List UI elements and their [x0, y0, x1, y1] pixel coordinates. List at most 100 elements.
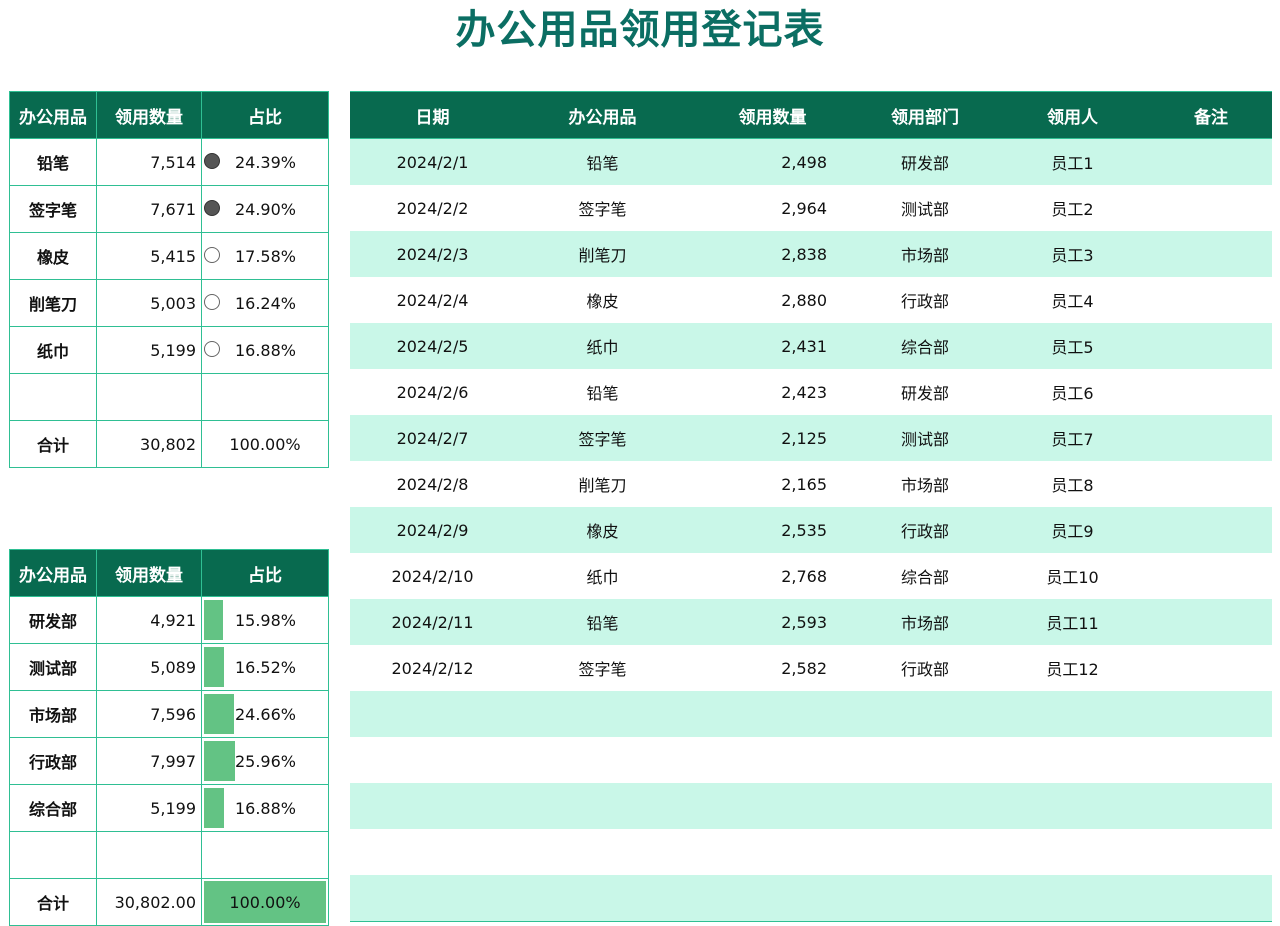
person-cell[interactable] — [995, 691, 1150, 737]
share-cell[interactable]: 16.24% — [201, 279, 329, 327]
dept-name-cell[interactable]: 市场部 — [9, 690, 97, 738]
remark-cell[interactable] — [1150, 231, 1272, 277]
item-cell[interactable] — [515, 783, 690, 829]
qty-cell[interactable]: 2,768 — [690, 553, 855, 599]
item-cell[interactable]: 铅笔 — [515, 599, 690, 645]
person-cell[interactable]: 员工11 — [995, 599, 1150, 645]
dept-name-cell[interactable]: 研发部 — [9, 596, 97, 644]
remark-cell[interactable] — [1150, 783, 1272, 829]
dept-cell[interactable]: 测试部 — [855, 185, 995, 231]
date-cell[interactable] — [350, 691, 515, 737]
person-cell[interactable]: 员工7 — [995, 415, 1150, 461]
qty-cell[interactable]: 2,165 — [690, 461, 855, 507]
qty-cell[interactable]: 2,582 — [690, 645, 855, 691]
dept-name-cell[interactable]: 综合部 — [9, 784, 97, 832]
item-cell[interactable]: 铅笔 — [515, 138, 690, 185]
person-cell[interactable] — [995, 875, 1150, 922]
remark-cell[interactable] — [1150, 323, 1272, 369]
date-cell[interactable]: 2024/2/8 — [350, 461, 515, 507]
date-cell[interactable]: 2024/2/12 — [350, 645, 515, 691]
share-cell[interactable]: 16.52% — [201, 643, 329, 691]
header-dept[interactable]: 领用部门 — [855, 91, 995, 139]
date-cell[interactable]: 2024/2/4 — [350, 277, 515, 323]
dept-cell[interactable]: 行政部 — [855, 645, 995, 691]
header-share[interactable]: 占比 — [201, 91, 329, 139]
remark-cell[interactable] — [1150, 691, 1272, 737]
share-cell[interactable]: 15.98% — [201, 596, 329, 644]
empty-cell[interactable] — [9, 373, 97, 421]
remark-cell[interactable] — [1150, 185, 1272, 231]
qty-cell[interactable]: 7,596 — [96, 690, 202, 738]
qty-cell[interactable]: 5,003 — [96, 279, 202, 327]
empty-cell[interactable] — [96, 373, 202, 421]
qty-cell[interactable]: 5,089 — [96, 643, 202, 691]
qty-cell[interactable] — [690, 783, 855, 829]
remark-cell[interactable] — [1150, 507, 1272, 553]
qty-cell[interactable]: 5,199 — [96, 784, 202, 832]
empty-cell[interactable] — [9, 831, 97, 879]
qty-cell[interactable] — [690, 875, 855, 922]
qty-cell[interactable]: 2,423 — [690, 369, 855, 415]
date-cell[interactable] — [350, 783, 515, 829]
dept-cell[interactable]: 研发部 — [855, 138, 995, 185]
total-label[interactable]: 合计 — [9, 420, 97, 468]
qty-cell[interactable]: 2,593 — [690, 599, 855, 645]
date-cell[interactable]: 2024/2/2 — [350, 185, 515, 231]
item-name-cell[interactable]: 橡皮 — [9, 232, 97, 280]
item-cell[interactable]: 纸巾 — [515, 553, 690, 599]
date-cell[interactable] — [350, 829, 515, 875]
header-remark[interactable]: 备注 — [1150, 91, 1272, 139]
dept-cell[interactable]: 综合部 — [855, 323, 995, 369]
total-share-cell[interactable]: 100.00% — [201, 878, 329, 926]
remark-cell[interactable] — [1150, 875, 1272, 922]
header-date[interactable]: 日期 — [350, 91, 515, 139]
qty-cell[interactable]: 7,514 — [96, 138, 202, 186]
date-cell[interactable]: 2024/2/3 — [350, 231, 515, 277]
qty-cell[interactable] — [690, 829, 855, 875]
header-person[interactable]: 领用人 — [995, 91, 1150, 139]
share-cell[interactable]: 16.88% — [201, 326, 329, 374]
dept-cell[interactable]: 测试部 — [855, 415, 995, 461]
remark-cell[interactable] — [1150, 599, 1272, 645]
header-qty[interactable]: 领用数量 — [690, 91, 855, 139]
dept-cell[interactable]: 市场部 — [855, 231, 995, 277]
remark-cell[interactable] — [1150, 138, 1272, 185]
person-cell[interactable]: 员工2 — [995, 185, 1150, 231]
qty-cell[interactable]: 4,921 — [96, 596, 202, 644]
person-cell[interactable]: 员工5 — [995, 323, 1150, 369]
date-cell[interactable]: 2024/2/6 — [350, 369, 515, 415]
empty-cell[interactable] — [201, 831, 329, 879]
date-cell[interactable]: 2024/2/5 — [350, 323, 515, 369]
person-cell[interactable]: 员工9 — [995, 507, 1150, 553]
qty-cell[interactable]: 2,880 — [690, 277, 855, 323]
qty-cell[interactable]: 2,431 — [690, 323, 855, 369]
total-label[interactable]: 合计 — [9, 878, 97, 926]
person-cell[interactable]: 员工8 — [995, 461, 1150, 507]
dept-cell[interactable]: 市场部 — [855, 599, 995, 645]
dept-cell[interactable]: 综合部 — [855, 553, 995, 599]
date-cell[interactable]: 2024/2/10 — [350, 553, 515, 599]
dept-cell[interactable] — [855, 783, 995, 829]
remark-cell[interactable] — [1150, 277, 1272, 323]
item-cell[interactable]: 签字笔 — [515, 185, 690, 231]
person-cell[interactable] — [995, 829, 1150, 875]
item-cell[interactable]: 纸巾 — [515, 323, 690, 369]
person-cell[interactable]: 员工4 — [995, 277, 1150, 323]
qty-cell[interactable] — [690, 691, 855, 737]
header-qty[interactable]: 领用数量 — [96, 91, 202, 139]
remark-cell[interactable] — [1150, 461, 1272, 507]
item-cell[interactable] — [515, 691, 690, 737]
total-qty[interactable]: 30,802.00 — [96, 878, 202, 926]
dept-cell[interactable] — [855, 737, 995, 783]
dept-cell[interactable] — [855, 691, 995, 737]
item-cell[interactable]: 橡皮 — [515, 507, 690, 553]
share-cell[interactable]: 24.90% — [201, 185, 329, 233]
item-name-cell[interactable]: 纸巾 — [9, 326, 97, 374]
item-cell[interactable] — [515, 829, 690, 875]
header-share[interactable]: 占比 — [201, 549, 329, 597]
item-cell[interactable]: 削笔刀 — [515, 231, 690, 277]
total-qty[interactable]: 30,802 — [96, 420, 202, 468]
qty-cell[interactable] — [690, 737, 855, 783]
dept-cell[interactable]: 市场部 — [855, 461, 995, 507]
item-cell[interactable]: 削笔刀 — [515, 461, 690, 507]
